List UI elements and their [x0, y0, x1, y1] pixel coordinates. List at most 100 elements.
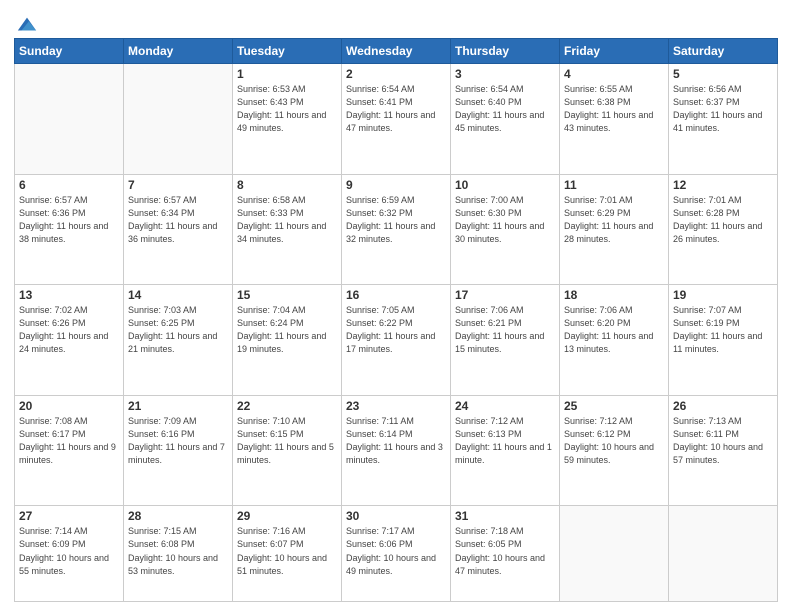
day-number: 23: [346, 399, 446, 413]
day-info: Sunrise: 7:01 AM Sunset: 6:29 PM Dayligh…: [564, 194, 664, 246]
page: SundayMondayTuesdayWednesdayThursdayFrid…: [0, 0, 792, 612]
calendar-cell: 10 Sunrise: 7:00 AM Sunset: 6:30 PM Dayli…: [451, 174, 560, 285]
calendar-cell: 22 Sunrise: 7:10 AM Sunset: 6:15 PM Dayli…: [233, 395, 342, 506]
day-number: 12: [673, 178, 773, 192]
day-info: Sunrise: 7:12 AM Sunset: 6:12 PM Dayligh…: [564, 415, 664, 467]
day-number: 30: [346, 509, 446, 523]
calendar-cell: [15, 64, 124, 175]
day-number: 24: [455, 399, 555, 413]
day-number: 20: [19, 399, 119, 413]
day-number: 8: [237, 178, 337, 192]
weekday-header: Monday: [124, 39, 233, 64]
day-info: Sunrise: 6:59 AM Sunset: 6:32 PM Dayligh…: [346, 194, 446, 246]
day-info: Sunrise: 6:58 AM Sunset: 6:33 PM Dayligh…: [237, 194, 337, 246]
calendar-cell: 27 Sunrise: 7:14 AM Sunset: 6:09 PM Dayli…: [15, 506, 124, 602]
day-number: 1: [237, 67, 337, 81]
day-info: Sunrise: 6:54 AM Sunset: 6:41 PM Dayligh…: [346, 83, 446, 135]
day-number: 25: [564, 399, 664, 413]
day-number: 16: [346, 288, 446, 302]
day-number: 31: [455, 509, 555, 523]
calendar-cell: 23 Sunrise: 7:11 AM Sunset: 6:14 PM Dayli…: [342, 395, 451, 506]
weekday-header: Wednesday: [342, 39, 451, 64]
calendar-cell: 17 Sunrise: 7:06 AM Sunset: 6:21 PM Dayli…: [451, 285, 560, 396]
day-info: Sunrise: 7:17 AM Sunset: 6:06 PM Dayligh…: [346, 525, 446, 577]
calendar-cell: 8 Sunrise: 6:58 AM Sunset: 6:33 PM Daylig…: [233, 174, 342, 285]
calendar-cell: 29Sunrise: 7:16 AM Sunset: 6:07 PM Dayli…: [233, 506, 342, 602]
day-number: 27: [19, 509, 119, 523]
day-number: 22: [237, 399, 337, 413]
day-number: 4: [564, 67, 664, 81]
weekday-header: Friday: [560, 39, 669, 64]
day-number: 5: [673, 67, 773, 81]
calendar-cell: 15Sunrise: 7:04 AM Sunset: 6:24 PM Dayli…: [233, 285, 342, 396]
calendar-cell: 24 Sunrise: 7:12 AM Sunset: 6:13 PM Dayli…: [451, 395, 560, 506]
calendar-cell: 12 Sunrise: 7:01 AM Sunset: 6:28 PM Dayli…: [669, 174, 778, 285]
calendar-cell: 4 Sunrise: 6:55 AM Sunset: 6:38 PM Daylig…: [560, 64, 669, 175]
day-info: Sunrise: 7:00 AM Sunset: 6:30 PM Dayligh…: [455, 194, 555, 246]
calendar-cell: 19 Sunrise: 7:07 AM Sunset: 6:19 PM Dayli…: [669, 285, 778, 396]
day-info: Sunrise: 6:57 AM Sunset: 6:36 PM Dayligh…: [19, 194, 119, 246]
day-info: Sunrise: 7:14 AM Sunset: 6:09 PM Dayligh…: [19, 525, 119, 577]
day-info: Sunrise: 7:01 AM Sunset: 6:28 PM Dayligh…: [673, 194, 773, 246]
weekday-header: Thursday: [451, 39, 560, 64]
calendar-cell: 25 Sunrise: 7:12 AM Sunset: 6:12 PM Dayli…: [560, 395, 669, 506]
calendar-cell: 11 Sunrise: 7:01 AM Sunset: 6:29 PM Dayli…: [560, 174, 669, 285]
calendar-cell: 9 Sunrise: 6:59 AM Sunset: 6:32 PM Daylig…: [342, 174, 451, 285]
calendar-cell: [669, 506, 778, 602]
calendar-cell: 31 Sunrise: 7:18 AM Sunset: 6:05 PM Dayli…: [451, 506, 560, 602]
calendar-cell: 5Sunrise: 6:56 AM Sunset: 6:37 PM Daylig…: [669, 64, 778, 175]
day-info: Sunrise: 7:05 AM Sunset: 6:22 PM Dayligh…: [346, 304, 446, 356]
day-info: Sunrise: 7:04 AM Sunset: 6:24 PM Dayligh…: [237, 304, 337, 356]
day-info: Sunrise: 7:11 AM Sunset: 6:14 PM Dayligh…: [346, 415, 446, 467]
day-number: 10: [455, 178, 555, 192]
day-number: 14: [128, 288, 228, 302]
day-number: 28: [128, 509, 228, 523]
day-number: 26: [673, 399, 773, 413]
calendar-cell: 28 Sunrise: 7:15 AM Sunset: 6:08 PM Dayli…: [124, 506, 233, 602]
calendar-cell: 20 Sunrise: 7:08 AM Sunset: 6:17 PM Dayli…: [15, 395, 124, 506]
day-info: Sunrise: 7:03 AM Sunset: 6:25 PM Dayligh…: [128, 304, 228, 356]
calendar-cell: 7Sunrise: 6:57 AM Sunset: 6:34 PM Daylig…: [124, 174, 233, 285]
calendar-cell: 13Sunrise: 7:02 AM Sunset: 6:26 PM Dayli…: [15, 285, 124, 396]
calendar-cell: 16 Sunrise: 7:05 AM Sunset: 6:22 PM Dayli…: [342, 285, 451, 396]
day-info: Sunrise: 7:09 AM Sunset: 6:16 PM Dayligh…: [128, 415, 228, 467]
day-info: Sunrise: 7:08 AM Sunset: 6:17 PM Dayligh…: [19, 415, 119, 467]
day-number: 13: [19, 288, 119, 302]
weekday-header: Sunday: [15, 39, 124, 64]
calendar-cell: 14 Sunrise: 7:03 AM Sunset: 6:25 PM Dayli…: [124, 285, 233, 396]
weekday-header: Saturday: [669, 39, 778, 64]
day-info: Sunrise: 7:07 AM Sunset: 6:19 PM Dayligh…: [673, 304, 773, 356]
calendar-cell: [560, 506, 669, 602]
weekday-header: Tuesday: [233, 39, 342, 64]
day-number: 18: [564, 288, 664, 302]
calendar-cell: 18 Sunrise: 7:06 AM Sunset: 6:20 PM Dayli…: [560, 285, 669, 396]
calendar-cell: 21 Sunrise: 7:09 AM Sunset: 6:16 PM Dayli…: [124, 395, 233, 506]
calendar: SundayMondayTuesdayWednesdayThursdayFrid…: [14, 38, 778, 602]
day-number: 29: [237, 509, 337, 523]
calendar-cell: 3 Sunrise: 6:54 AM Sunset: 6:40 PM Daylig…: [451, 64, 560, 175]
logo-icon: [16, 14, 38, 36]
day-info: Sunrise: 7:10 AM Sunset: 6:15 PM Dayligh…: [237, 415, 337, 467]
calendar-cell: 26Sunrise: 7:13 AM Sunset: 6:11 PM Dayli…: [669, 395, 778, 506]
day-info: Sunrise: 7:06 AM Sunset: 6:21 PM Dayligh…: [455, 304, 555, 356]
day-info: Sunrise: 7:15 AM Sunset: 6:08 PM Dayligh…: [128, 525, 228, 577]
day-info: Sunrise: 6:57 AM Sunset: 6:34 PM Dayligh…: [128, 194, 228, 246]
calendar-cell: [124, 64, 233, 175]
day-info: Sunrise: 7:12 AM Sunset: 6:13 PM Dayligh…: [455, 415, 555, 467]
day-number: 17: [455, 288, 555, 302]
day-number: 3: [455, 67, 555, 81]
day-info: Sunrise: 6:54 AM Sunset: 6:40 PM Dayligh…: [455, 83, 555, 135]
day-number: 21: [128, 399, 228, 413]
day-number: 19: [673, 288, 773, 302]
day-info: Sunrise: 7:06 AM Sunset: 6:20 PM Dayligh…: [564, 304, 664, 356]
day-info: Sunrise: 6:55 AM Sunset: 6:38 PM Dayligh…: [564, 83, 664, 135]
header: [14, 10, 778, 32]
calendar-cell: 6Sunrise: 6:57 AM Sunset: 6:36 PM Daylig…: [15, 174, 124, 285]
day-number: 9: [346, 178, 446, 192]
day-number: 11: [564, 178, 664, 192]
day-info: Sunrise: 7:18 AM Sunset: 6:05 PM Dayligh…: [455, 525, 555, 577]
calendar-cell: 2Sunrise: 6:54 AM Sunset: 6:41 PM Daylig…: [342, 64, 451, 175]
calendar-cell: 1Sunrise: 6:53 AM Sunset: 6:43 PM Daylig…: [233, 64, 342, 175]
logo: [14, 14, 38, 32]
calendar-cell: 30 Sunrise: 7:17 AM Sunset: 6:06 PM Dayli…: [342, 506, 451, 602]
